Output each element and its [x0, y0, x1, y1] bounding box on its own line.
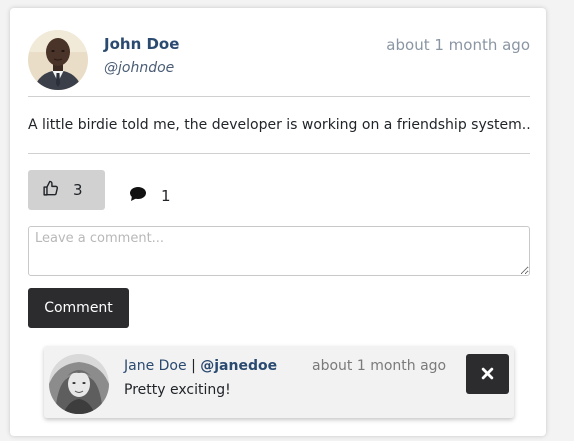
commenter-avatar[interactable]	[49, 354, 109, 414]
commenter-line: Jane Doe | @janedoe	[124, 358, 277, 374]
close-icon	[481, 365, 494, 384]
post-card: John Doe @johndoe about 1 month ago A li…	[10, 8, 546, 436]
speech-bubble-icon	[129, 186, 147, 206]
like-count: 3	[73, 181, 83, 199]
post-timestamp: about 1 month ago	[386, 36, 530, 54]
comment-input[interactable]	[28, 226, 530, 276]
comment-count: 1	[161, 187, 171, 205]
author-name[interactable]: John Doe	[104, 35, 179, 53]
post-body: A little birdie told me, the developer i…	[28, 117, 531, 133]
name-separator: |	[191, 358, 196, 374]
commenter-handle[interactable]: @janedoe	[200, 358, 277, 374]
delete-comment-button[interactable]	[466, 354, 509, 394]
commenter-name[interactable]: Jane Doe	[124, 358, 187, 374]
actions-divider	[28, 153, 530, 154]
like-button[interactable]: 3	[28, 170, 105, 210]
comment-item: Jane Doe | @janedoe about 1 month ago Pr…	[44, 346, 514, 418]
author-handle: @johndoe	[104, 60, 175, 76]
thumbs-up-icon	[42, 180, 59, 201]
author-avatar[interactable]	[28, 30, 88, 90]
comment-text: Pretty exciting!	[124, 382, 231, 398]
comments-indicator: 1	[129, 186, 171, 206]
header-divider	[28, 96, 530, 97]
comment-submit-button[interactable]: Comment	[28, 288, 129, 328]
comment-timestamp: about 1 month ago	[312, 358, 447, 374]
